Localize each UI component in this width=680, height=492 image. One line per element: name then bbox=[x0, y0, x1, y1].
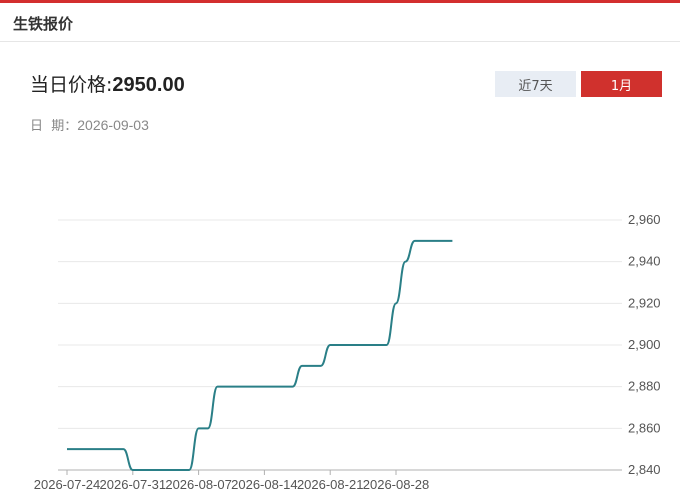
price-date: 日 期：2026-09-03 bbox=[30, 115, 149, 134]
price-data-point bbox=[168, 468, 172, 472]
y-tick-label: 2,920 bbox=[628, 295, 661, 310]
price-series-line bbox=[67, 239, 453, 472]
y-tick-label: 2,940 bbox=[628, 254, 661, 269]
price-data-point bbox=[121, 447, 125, 451]
price-data-point bbox=[385, 343, 389, 347]
x-tick-label: 2026-08-07 bbox=[165, 477, 232, 492]
price-data-point bbox=[74, 447, 78, 451]
price-data-point bbox=[159, 468, 163, 472]
price-data-point bbox=[225, 385, 229, 389]
price-data-point bbox=[178, 468, 182, 472]
price-data-point bbox=[300, 364, 304, 368]
price-data-point bbox=[328, 343, 332, 347]
price-data-point bbox=[140, 468, 144, 472]
price-data-point bbox=[413, 239, 417, 243]
price-data-point bbox=[215, 385, 219, 389]
price-value: 2950.00 bbox=[112, 74, 185, 96]
price-data-point bbox=[319, 364, 323, 368]
range-7-days-button[interactable]: 近7天 bbox=[495, 71, 576, 97]
price-data-point bbox=[281, 385, 285, 389]
range-1-month-button[interactable]: 1月 bbox=[581, 71, 662, 97]
price-data-point bbox=[432, 239, 436, 243]
price-data-point bbox=[403, 260, 407, 264]
price-data-point bbox=[262, 385, 266, 389]
price-data-point bbox=[131, 468, 135, 472]
price-data-point bbox=[347, 343, 351, 347]
panel-title: 生铁报价 bbox=[13, 15, 74, 33]
price-data-point bbox=[450, 239, 454, 243]
price-data-point bbox=[356, 343, 360, 347]
price-data-point bbox=[150, 468, 154, 472]
price-data-point bbox=[197, 426, 201, 430]
price-data-point bbox=[187, 468, 191, 472]
price-data-point bbox=[206, 426, 210, 430]
price-data-point bbox=[394, 301, 398, 305]
price-data-point bbox=[422, 239, 426, 243]
x-tick-label: 2026-08-28 bbox=[363, 477, 430, 492]
price-data-point bbox=[272, 385, 276, 389]
price-data-point bbox=[234, 385, 238, 389]
x-tick-label: 2026-08-21 bbox=[297, 477, 364, 492]
price-data-point bbox=[244, 385, 248, 389]
current-price: 当日价格:2950.00 bbox=[30, 70, 185, 97]
price-data-point bbox=[366, 343, 370, 347]
price-data-point bbox=[375, 343, 379, 347]
price-line-chart: 2,840 2,860 2,880 2,900 2,920 2,940 2,960 2026-… bbox=[34, 212, 661, 492]
price-data-point bbox=[84, 447, 88, 451]
price-data-point bbox=[103, 447, 107, 451]
y-tick-label: 2,960 bbox=[628, 212, 661, 227]
y-tick-label: 2,840 bbox=[628, 462, 661, 477]
x-tick-label: 2026-07-31 bbox=[100, 477, 167, 492]
date-value: 2026-09-03 bbox=[77, 117, 149, 133]
price-data-point bbox=[253, 385, 257, 389]
price-label: 当日价格: bbox=[30, 74, 113, 96]
panel-header: 生铁报价 bbox=[0, 3, 680, 42]
price-data-point bbox=[309, 364, 313, 368]
y-tick-label: 2,860 bbox=[628, 420, 661, 435]
price-data-point bbox=[112, 447, 116, 451]
price-data-point bbox=[93, 447, 97, 451]
y-tick-label: 2,880 bbox=[628, 379, 661, 394]
x-tick-label: 2026-07-24 bbox=[34, 477, 101, 492]
price-data-point bbox=[441, 239, 445, 243]
price-data-point bbox=[291, 385, 295, 389]
price-data-point bbox=[338, 343, 342, 347]
x-tick-label: 2026-08-14 bbox=[231, 477, 298, 492]
y-tick-label: 2,900 bbox=[628, 337, 661, 352]
date-label: 日 期： bbox=[30, 119, 78, 134]
price-data-point bbox=[65, 447, 69, 451]
